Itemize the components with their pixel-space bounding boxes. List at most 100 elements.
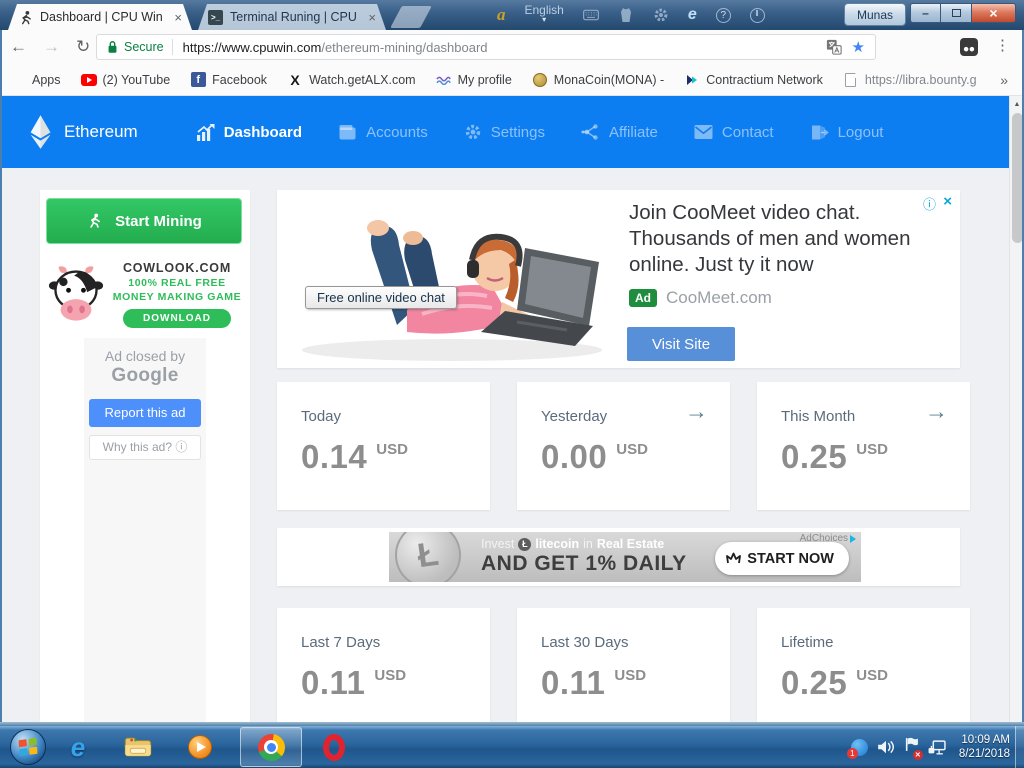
extension-icon[interactable] [960,38,978,56]
bookmark-label: Watch.getALX.com [309,73,416,87]
internet-explorer-icon[interactable]: e [688,6,697,24]
stat-card-yesterday: Yesterday → 0.00USD [517,382,730,510]
bookmark-youtube[interactable]: (2) YouTube [81,72,171,88]
maximize-button[interactable] [941,3,972,23]
taskbar-clock[interactable]: 10:09 AM 8/21/2018 [959,733,1010,761]
new-tab-button[interactable] [390,6,432,28]
tab-close-icon[interactable]: × [366,10,378,25]
taskbar-opera[interactable] [318,732,350,762]
download-button[interactable]: DOWNLOAD [123,309,231,328]
reload-button[interactable]: ↻ [76,37,90,57]
ad-headline: Join CooMeet video chat. Thousands of me… [629,200,947,278]
power-icon[interactable] [750,8,765,23]
bookmark-my-profile[interactable]: My profile [436,72,512,88]
close-button[interactable]: × [972,3,1016,23]
banner-bold: Real Estate [597,537,664,551]
browser-toolbar: ← → ↻ Secure https://www.cpuwin.com /eth… [0,30,1024,64]
bookmark-label: Contractium Network [706,73,823,87]
address-bar[interactable]: Secure https://www.cpuwin.com /ethereum-… [96,34,876,60]
forward-button[interactable]: → [43,37,60,57]
adchoices-label[interactable]: AdChoices [800,533,856,544]
browser-menu-icon[interactable]: ⋮ [995,36,1010,54]
adchoices-icon [850,535,856,543]
nav-settings[interactable]: Settings [464,123,545,141]
bookmark-contractium[interactable]: Contractium Network [684,72,823,88]
minimize-button[interactable]: – [910,3,941,23]
apps-grid-icon [12,73,26,87]
visit-site-button[interactable]: Visit Site [627,327,735,361]
waves-icon [436,72,452,88]
gear-icon[interactable] [653,7,669,23]
cowlook-ad[interactable]: COWLOOK.COM 100% REAL FREE MONEY MAKING … [48,252,244,336]
help-icon[interactable]: ? [716,8,731,23]
keyboard-icon[interactable] [583,7,599,23]
x-logo-icon: X [287,72,303,88]
facebook-icon: f [191,72,206,87]
nav-contact[interactable]: Contact [694,124,774,141]
language-selector[interactable]: English ▾ [525,5,564,25]
url-path: /ethereum-mining/dashboard [321,40,487,55]
bookmark-getalx[interactable]: X Watch.getALX.com [287,72,416,88]
banner-coin-word: litecoin [535,537,579,551]
ethereum-icon [30,115,51,149]
bookmark-monacoin[interactable]: MonaCoin(MONA) - [532,72,664,88]
arrow-right-icon[interactable]: → [685,398,708,425]
bookmark-label: https://libra.bounty.g [865,73,977,87]
litecoin-banner[interactable]: Ł Invest Ł litecoin in Real Estate AND G… [389,532,861,582]
nav-affiliate[interactable]: Affiliate [581,123,658,141]
report-ad-button[interactable]: Report this ad [89,399,201,427]
opera-icon [323,734,345,761]
network-icon[interactable] [928,740,946,755]
tab-title: Dashboard | CPU Win [40,10,165,24]
translate-icon[interactable] [826,39,842,55]
taskbar-explorer[interactable] [122,732,154,762]
notification-app-icon[interactable]: 1 [851,739,868,756]
browser-tab-terminal[interactable]: >_ Terminal Runing | CPU W × [198,4,386,30]
bookmark-facebook[interactable]: f Facebook [190,72,267,88]
speaker-icon[interactable] [877,740,895,754]
page-icon [845,73,856,87]
window-border-left [0,30,2,722]
stat-label: Lifetime [781,634,834,651]
ad-close-icon[interactable]: × [943,193,952,210]
clothing-icon[interactable] [618,7,634,23]
window-controls: – × [910,3,1016,23]
nav-label: Dashboard [224,124,302,141]
start-mining-button[interactable]: Start Mining [46,198,242,244]
advertiser-domain[interactable]: CooMeet.com [666,288,772,308]
user-button[interactable]: Munas [844,3,906,26]
arrow-right-icon[interactable]: → [925,398,948,425]
back-button[interactable]: ← [10,37,27,57]
taskbar-media-player[interactable] [184,732,216,762]
nav-dashboard[interactable]: Dashboard [196,124,302,141]
media-player-icon [188,735,212,759]
nav-label: Logout [838,124,884,141]
security-label: Secure [124,40,164,54]
bookmark-apps[interactable]: Apps [12,73,61,87]
stat-label: Yesterday [541,408,607,425]
bookmarks-overflow-icon[interactable]: » [1000,72,1008,88]
why-this-ad-button[interactable]: Why this ad? ⓘ [89,435,201,460]
tab-close-icon[interactable]: × [172,10,184,25]
nav-label: Accounts [366,124,428,141]
stat-value: 0.25 [781,438,847,475]
stat-card-lifetime: Lifetime 0.25USD [757,608,970,722]
browser-tab-dashboard[interactable]: Dashboard | CPU Win × [8,4,192,30]
start-now-button[interactable]: START NOW [715,542,849,575]
logo-swirl-icon: a [497,5,506,25]
bookmark-star-icon[interactable]: ★ [852,38,865,56]
bookmark-libra-bounty[interactable]: https://libra.bounty.g [843,72,977,88]
stat-label: This Month [781,408,855,425]
taskbar-internet-explorer[interactable]: e [62,732,94,762]
nav-logout[interactable]: Logout [810,124,884,141]
action-center-icon[interactable]: ✕ [904,737,919,757]
adchoices-info-icon[interactable]: ⓘ [923,194,936,213]
nav-accounts[interactable]: Accounts [338,124,428,141]
ad-photo[interactable]: Free online video chat [277,190,612,368]
taskbar-chrome-active[interactable] [240,727,302,767]
site-brand[interactable]: Ethereum [30,115,138,149]
bookmark-label: MonaCoin(MONA) - [554,73,664,87]
language-label: English [525,5,564,15]
start-button[interactable] [10,729,46,765]
show-desktop-button[interactable] [1015,726,1024,768]
